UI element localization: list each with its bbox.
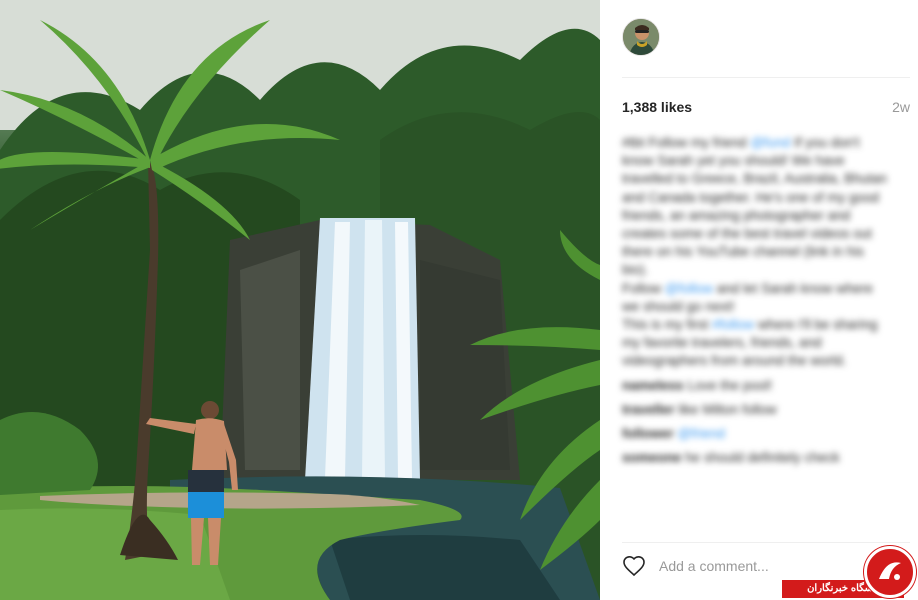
comment-user[interactable]: follower	[622, 426, 674, 441]
comment: someone he should definitely check	[622, 449, 892, 467]
caption-text: If you don't know Sarah yet you should! …	[622, 135, 887, 278]
waterfall-scene	[0, 0, 600, 600]
watermark-logo-icon	[864, 546, 916, 598]
caption-text: Follow	[622, 280, 662, 296]
post-header	[622, 16, 660, 58]
comment: traveller like Milton follow	[622, 401, 892, 419]
user-avatar[interactable]	[622, 18, 660, 56]
comment-text[interactable]: @friend	[678, 426, 725, 441]
comment-user[interactable]: someone	[622, 450, 681, 465]
heart-outline-icon[interactable]	[622, 554, 646, 578]
caption-paragraph: This is my first #follow where I'll be s…	[622, 316, 892, 371]
watermark: باشگاه خبرنگاران	[782, 542, 918, 600]
caption-paragraph: Follow @follow and let Sarah know where …	[622, 280, 892, 316]
post-sidebar: 1,388 likes 2w #tbt Follow my friend @fu…	[600, 0, 918, 600]
header-divider	[622, 77, 910, 78]
caption-hashtag[interactable]: #follow	[712, 317, 754, 332]
avatar-image	[623, 19, 659, 55]
caption-text: #tbt Follow my friend	[622, 135, 747, 150]
caption-paragraph: #tbt Follow my friend @fund If you don't…	[622, 134, 892, 280]
comment: nameless Love the pool!	[622, 377, 892, 395]
post-photo[interactable]	[0, 0, 600, 600]
comment-user[interactable]: traveller	[622, 402, 675, 417]
caption-mention[interactable]: @follow	[665, 281, 713, 296]
caption-text: This is my first	[622, 317, 709, 333]
comment-text: he should definitely check	[685, 450, 840, 466]
comment-text: Love the pool!	[687, 377, 773, 393]
add-comment-row	[622, 553, 809, 579]
likes-count[interactable]: 1,388 likes	[622, 99, 692, 115]
post-caption: #tbt Follow my friend @fund If you don't…	[622, 134, 892, 467]
comment-user[interactable]: nameless	[622, 378, 684, 393]
comment: follower @friend	[622, 425, 892, 443]
comment-text: like Milton follow	[678, 401, 777, 417]
caption-mention[interactable]: @fund	[750, 135, 790, 150]
post-age[interactable]: 2w	[892, 99, 910, 115]
